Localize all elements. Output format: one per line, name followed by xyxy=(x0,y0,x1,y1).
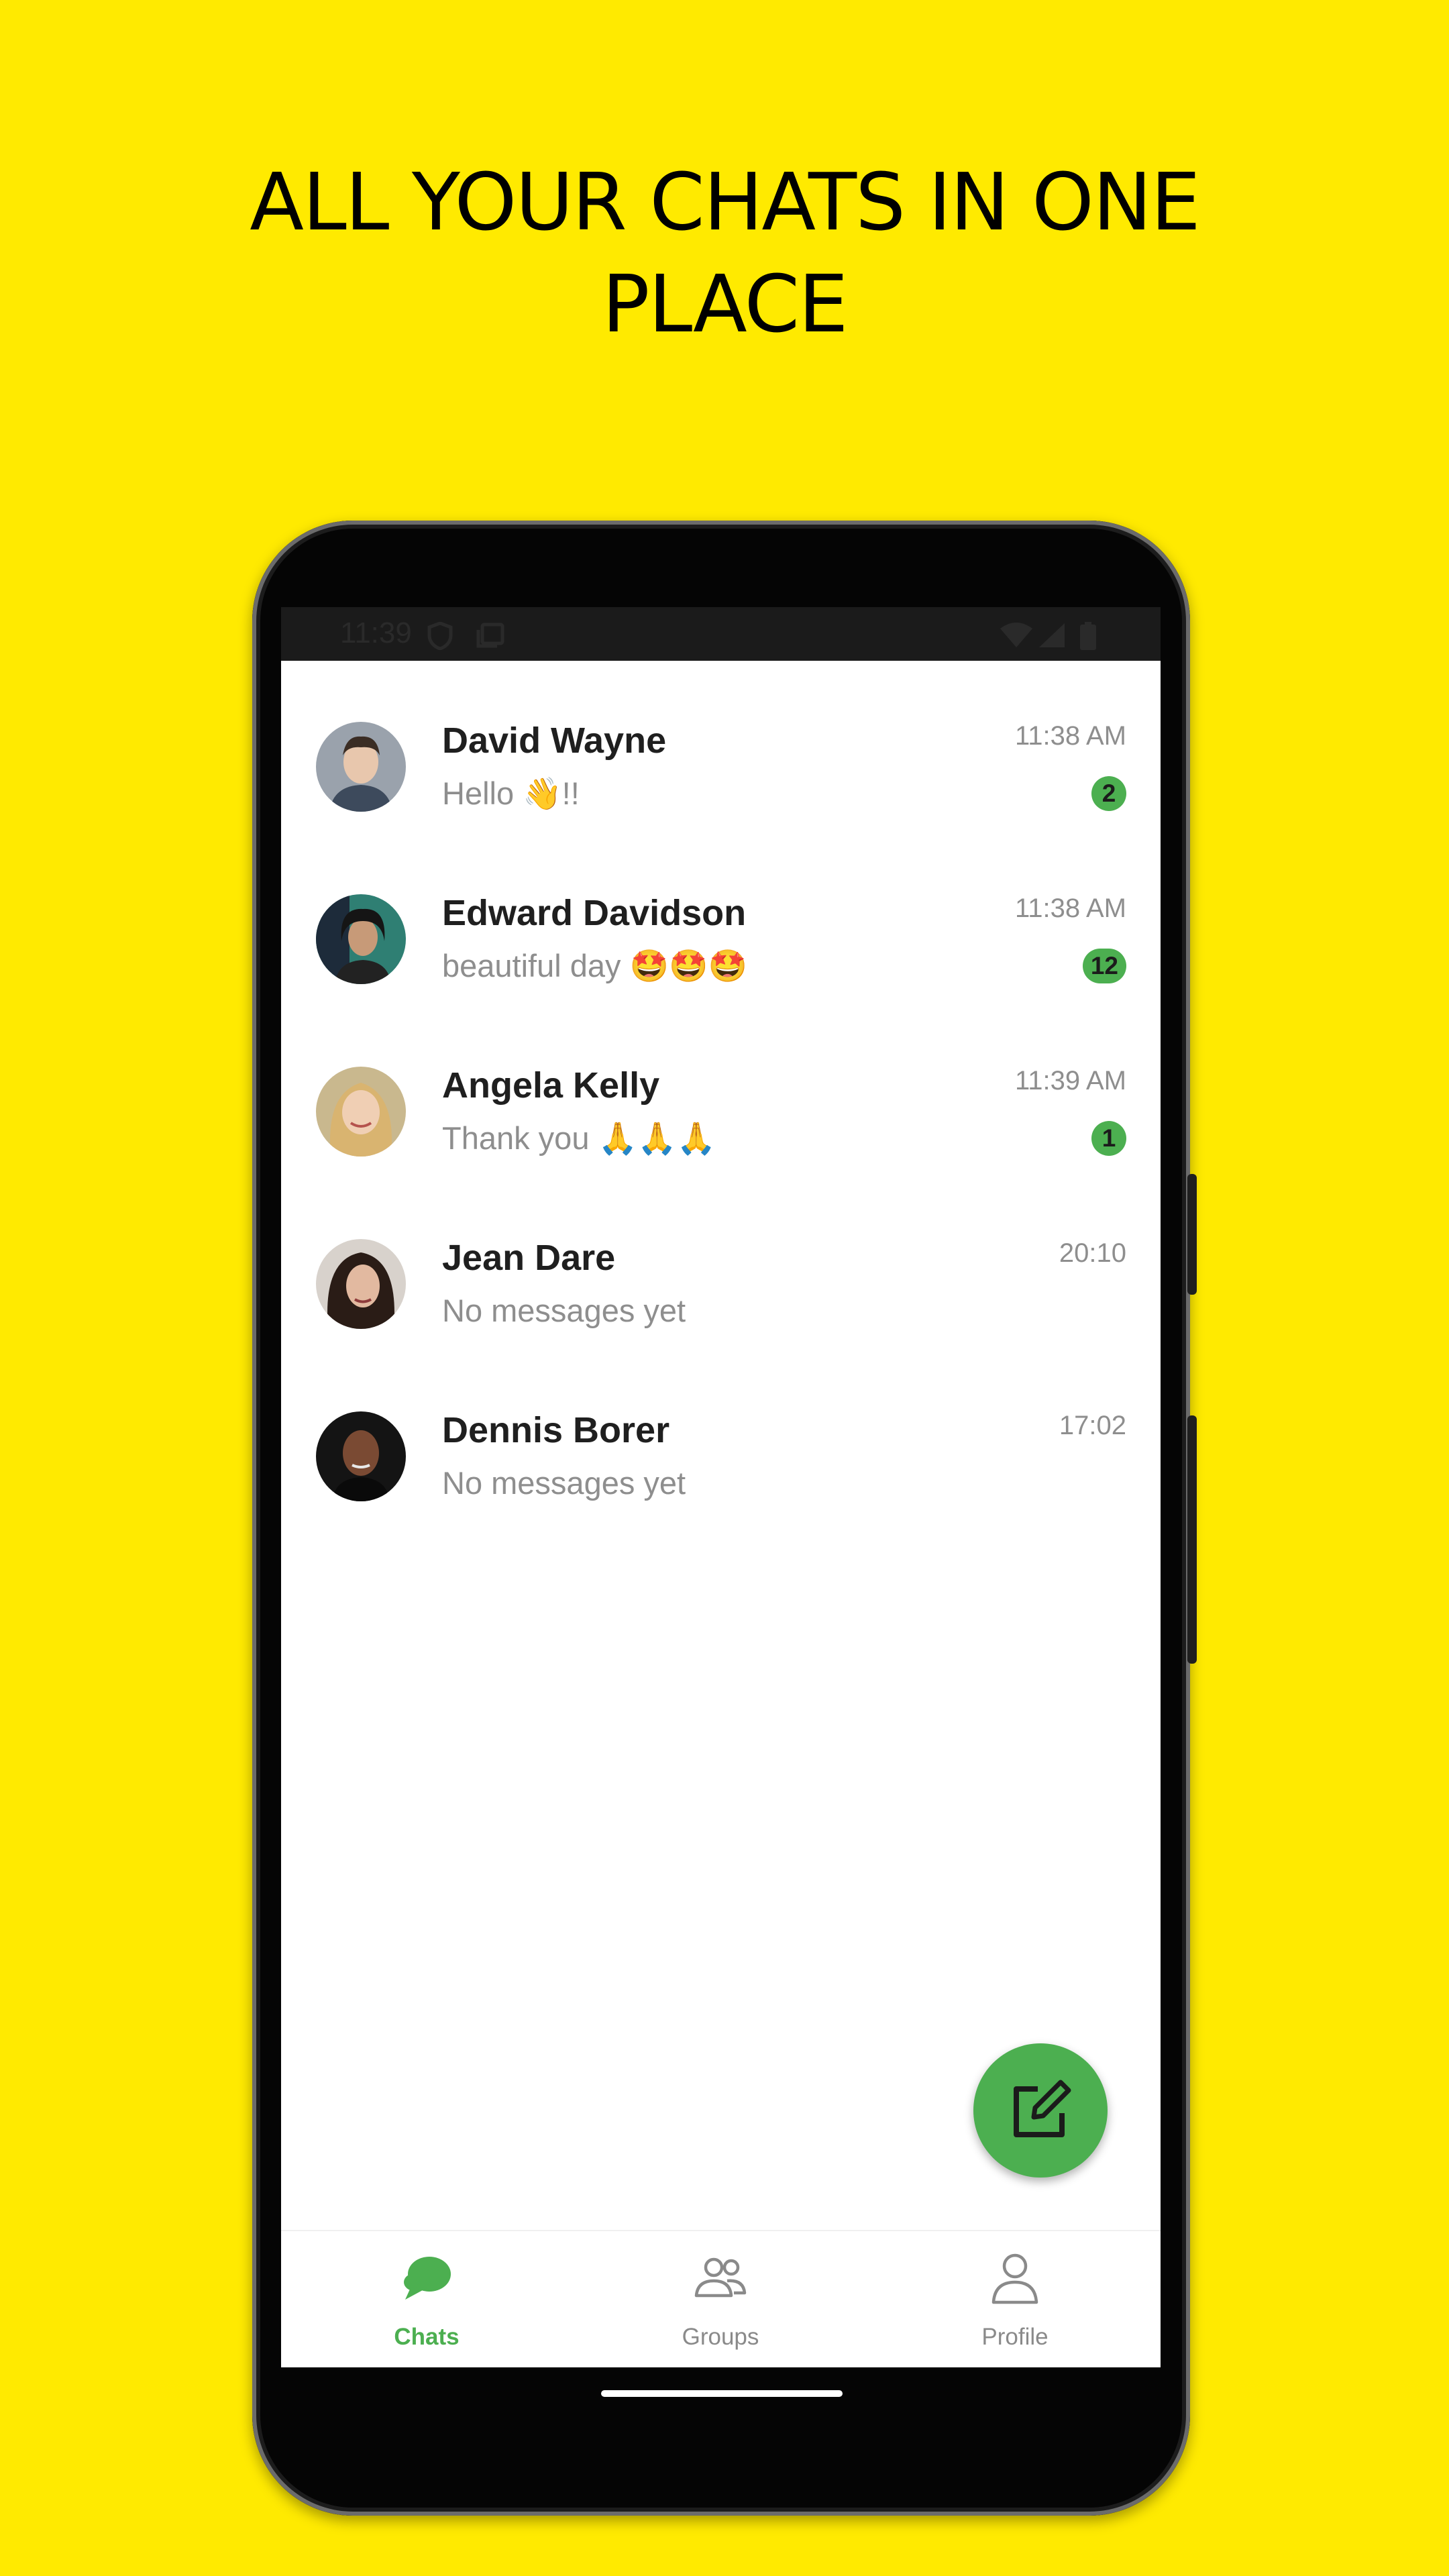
chat-last-message: No messages yet xyxy=(442,1465,686,1501)
headline-line-2: PLACE xyxy=(602,258,848,350)
chat-name: David Wayne xyxy=(442,720,667,761)
chat-row-dennis-borer[interactable]: Dennis Borer No messages yet 17:02 xyxy=(281,1350,1161,1523)
battery-icon xyxy=(1080,622,1096,650)
chat-bubbles-icon xyxy=(404,2257,451,2300)
chat-last-message: Thank you 🙏🙏🙏 xyxy=(442,1120,716,1156)
headline-line-1: ALL YOUR CHATS IN ONE xyxy=(250,156,1201,248)
chat-time: 11:39 AM xyxy=(1014,1066,1126,1095)
chat-time: 11:38 AM xyxy=(1014,721,1126,751)
phone-power-button xyxy=(1187,1415,1197,1664)
home-indicator[interactable] xyxy=(601,2390,843,2397)
status-time: 11:39 xyxy=(340,616,412,649)
chat-time: 20:10 xyxy=(1059,1238,1126,1268)
unread-badge: 2 xyxy=(1091,776,1126,811)
chat-last-message: beautiful day 🤩🤩🤩 xyxy=(442,948,748,983)
wifi-icon xyxy=(1000,623,1032,647)
chat-time: 17:02 xyxy=(1059,1411,1126,1440)
shield-icon xyxy=(427,622,453,650)
avatar xyxy=(316,722,406,812)
chat-name: Edward Davidson xyxy=(442,893,747,933)
bottom-navigation: Chats Groups Profile xyxy=(281,2230,1161,2367)
phone-volume-button xyxy=(1187,1174,1197,1295)
new-chat-button[interactable] xyxy=(973,2043,1108,2178)
chat-last-message: Hello 👋!! xyxy=(442,775,580,811)
nav-label: Chats xyxy=(394,2324,460,2350)
person-icon xyxy=(991,2253,1038,2304)
people-icon xyxy=(694,2257,747,2298)
chat-row-angela-kelly[interactable]: Angela Kelly Thank you 🙏🙏🙏 11:39 AM 1 xyxy=(281,1006,1161,1178)
headline: ALL YOUR CHATS IN ONE PLACE xyxy=(0,151,1449,355)
nav-tab-chats[interactable]: Chats xyxy=(326,2231,527,2367)
chat-row-edward-davidson[interactable]: Edward Davidson beautiful day 🤩🤩🤩 11:38 … xyxy=(281,833,1161,1006)
unread-badge: 12 xyxy=(1082,949,1126,983)
nav-label: Groups xyxy=(682,2324,759,2350)
chat-row-david-wayne[interactable]: David Wayne Hello 👋!! 11:38 AM 2 xyxy=(281,661,1161,833)
chat-name: Jean Dare xyxy=(442,1238,616,1278)
nav-tab-profile[interactable]: Profile xyxy=(914,2231,1116,2367)
chat-row-jean-dare[interactable]: Jean Dare No messages yet 20:10 xyxy=(281,1178,1161,1350)
compose-icon xyxy=(1014,2080,1071,2137)
notification-icon xyxy=(476,623,504,648)
nav-label: Profile xyxy=(981,2324,1049,2350)
status-bar: 11:39 xyxy=(281,607,1161,661)
chat-last-message: No messages yet xyxy=(442,1293,686,1328)
signal-icon xyxy=(1039,623,1065,647)
avatar xyxy=(316,1067,406,1157)
unread-badge: 1 xyxy=(1091,1121,1126,1156)
chat-name: Dennis Borer xyxy=(442,1410,670,1450)
avatar xyxy=(316,894,406,984)
chat-time: 11:38 AM xyxy=(1014,894,1126,923)
phone-screen: 11:39 David Wayne Hello 👋!! 11:38 AM 2 E… xyxy=(281,607,1161,2367)
chat-name: Angela Kelly xyxy=(442,1065,660,1106)
avatar xyxy=(316,1239,406,1329)
avatar xyxy=(316,1411,406,1501)
nav-tab-groups[interactable]: Groups xyxy=(620,2231,821,2367)
